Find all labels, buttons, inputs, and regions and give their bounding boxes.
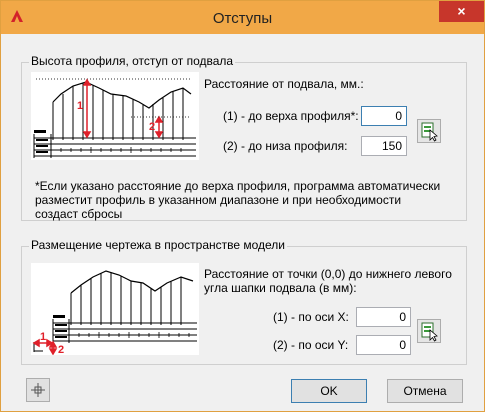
top-of-profile-label: (1) - до верха профиля*: [223, 109, 359, 123]
profile-note-line-2: разместит профиль в указанном диапазоне … [35, 193, 402, 207]
x-axis-label: (1) - по оси X: [273, 310, 349, 324]
placement-diagram: 1 2 [31, 263, 199, 356]
profile-note-line-3: создаст сбросы [35, 207, 123, 221]
pick-point-icon [421, 122, 438, 142]
crosshair-icon [31, 383, 45, 397]
bottom-of-profile-label: (2) - до низа профиля: [223, 139, 348, 153]
title-bar[interactable]: Отступы × [1, 1, 484, 34]
x-axis-input[interactable]: 0 [356, 307, 411, 327]
top-of-profile-input[interactable]: 0 [361, 106, 407, 126]
marker-1-label: 1 [40, 331, 46, 343]
distance-from-origin-line-2: угла шапки подвала (в мм): [204, 281, 357, 295]
model-placement-legend: Размещение чертежа в пространстве модели [29, 238, 288, 252]
distance-from-basement-label: Расстояние от подвала, мм.: [204, 77, 364, 91]
y-axis-label: (2) - по оси Y: [273, 338, 349, 352]
marker-2-label: 2 [149, 121, 155, 133]
pick-point-icon [421, 322, 438, 342]
pick-point-button-1[interactable] [417, 119, 441, 143]
window-title: Отступы [212, 10, 273, 27]
cancel-button[interactable]: Отмена [387, 379, 463, 403]
dialog-window: Отступы × Высота профиля, отступ от подв… [0, 0, 485, 412]
y-axis-input[interactable]: 0 [356, 335, 411, 355]
profile-diagram: 1 2 [31, 72, 199, 160]
close-button[interactable]: × [439, 1, 484, 22]
profile-offset-legend: Высота профиля, отступ от подвала [29, 54, 236, 68]
pick-point-button-2[interactable] [417, 319, 441, 343]
marker-1-label: 1 [77, 100, 83, 112]
marker-2-label: 2 [58, 344, 64, 355]
distance-from-origin-line-1: Расстояние от точки (0,0) до нижнего лев… [204, 267, 452, 281]
bottom-of-profile-input[interactable]: 150 [361, 136, 407, 156]
ok-button[interactable]: OK [291, 379, 367, 403]
profile-note-line-1: *Если указано расстояние до верха профил… [35, 179, 441, 193]
snap-button[interactable] [26, 378, 50, 402]
